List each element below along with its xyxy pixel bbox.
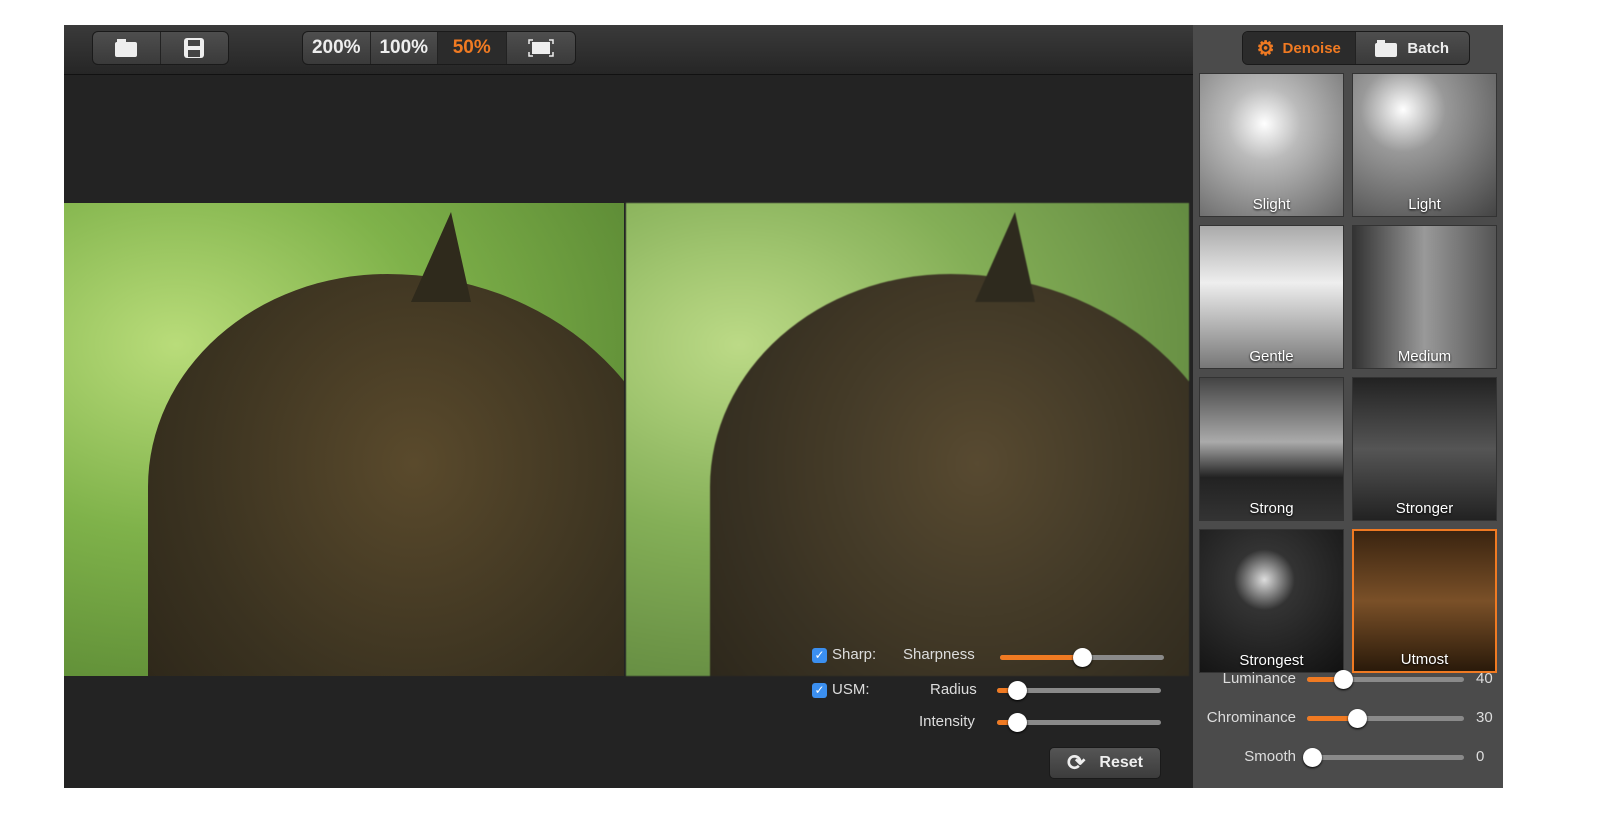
luminance-value: 40 xyxy=(1476,670,1493,687)
zoom-200-button[interactable]: 200% xyxy=(303,32,371,64)
preset-label: Strongest xyxy=(1239,652,1304,669)
toolbar: 200% 100% 50% xyxy=(64,25,1193,75)
tab-batch-label: Batch xyxy=(1407,39,1450,57)
radius-slider[interactable] xyxy=(997,681,1161,700)
chrominance-value: 30 xyxy=(1476,709,1493,726)
preset-label: Utmost xyxy=(1400,651,1449,668)
usm-label: USM: xyxy=(832,681,870,698)
preset-utmost[interactable]: Utmost xyxy=(1352,529,1497,673)
preset-light[interactable]: Light xyxy=(1352,73,1497,217)
mode-tabs: ⚙ Denoise Batch xyxy=(1242,31,1470,65)
zoom-100-button[interactable]: 100% xyxy=(371,32,438,64)
intensity-label: Intensity xyxy=(919,713,975,730)
reset-button[interactable]: ⟳ Reset xyxy=(1049,747,1161,779)
original-image xyxy=(64,203,624,676)
chrominance-label: Chrominance xyxy=(1206,709,1296,726)
preset-gentle[interactable]: Gentle xyxy=(1199,225,1344,369)
sharpness-label: Sharpness xyxy=(903,646,975,663)
save-button[interactable] xyxy=(161,32,229,64)
sharp-checkbox[interactable]: ✓ xyxy=(812,648,827,663)
smooth-slider[interactable] xyxy=(1302,748,1464,767)
preset-label: Gentle xyxy=(1249,348,1294,365)
usm-checkbox[interactable]: ✓ xyxy=(812,683,827,698)
sharpness-slider[interactable] xyxy=(1000,648,1164,667)
app-window: 200% 100% 50% ✓ Sharp: Sharpness ✓ USM: … xyxy=(64,25,1503,788)
preset-medium[interactable]: Medium xyxy=(1352,225,1497,369)
zoom-50-button[interactable]: 50% xyxy=(438,32,507,64)
tab-denoise-label: Denoise xyxy=(1282,39,1341,57)
preset-label: Stronger xyxy=(1395,500,1454,517)
zoom-buttons: 200% 100% 50% xyxy=(302,31,576,65)
fit-screen-icon xyxy=(527,39,554,57)
fit-screen-button[interactable] xyxy=(507,32,575,64)
refresh-icon: ⟳ xyxy=(1066,750,1086,775)
open-button[interactable] xyxy=(93,32,161,64)
file-buttons xyxy=(92,31,229,65)
folder-icon xyxy=(1375,40,1398,57)
chrominance-slider[interactable] xyxy=(1307,709,1464,728)
folder-icon xyxy=(115,39,138,57)
preset-label: Medium xyxy=(1397,348,1452,365)
preset-slight[interactable]: Slight xyxy=(1199,73,1344,217)
reset-label: Reset xyxy=(1099,754,1143,771)
denoised-image xyxy=(626,203,1189,676)
luminance-slider[interactable] xyxy=(1307,670,1464,689)
floppy-disk-icon xyxy=(184,38,205,58)
preset-strong[interactable]: Strong xyxy=(1199,377,1344,521)
tab-batch[interactable]: Batch xyxy=(1356,32,1470,64)
tab-denoise[interactable]: ⚙ Denoise xyxy=(1243,32,1356,64)
preset-label: Strong xyxy=(1249,500,1294,517)
preview-area: ✓ Sharp: Sharpness ✓ USM: Radius Intensi… xyxy=(64,75,1193,788)
sharp-label: Sharp: xyxy=(832,646,877,663)
preset-strongest[interactable]: Strongest xyxy=(1199,529,1344,673)
intensity-slider[interactable] xyxy=(997,713,1161,732)
preset-label: Light xyxy=(1408,196,1441,213)
smooth-label: Smooth xyxy=(1244,748,1296,765)
settings-panel: ⚙ Denoise Batch Slight Light Gentle Medium St… xyxy=(1193,25,1503,788)
gear-icon: ⚙ xyxy=(1256,37,1275,60)
preset-stronger[interactable]: Stronger xyxy=(1352,377,1497,521)
radius-label: Radius xyxy=(930,681,977,698)
smooth-value: 0 xyxy=(1476,748,1485,765)
luminance-label: Luminance xyxy=(1222,670,1296,687)
preset-label: Slight xyxy=(1252,196,1291,213)
